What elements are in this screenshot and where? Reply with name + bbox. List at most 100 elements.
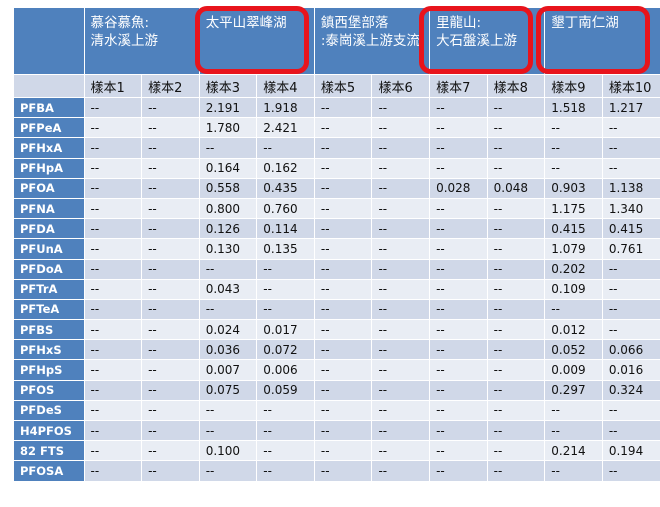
value-cell: -- [141, 218, 200, 239]
value-cell: -- [429, 298, 488, 320]
value-cell: 1.918 [256, 96, 315, 118]
value-cell: -- [83, 460, 142, 481]
value-cell: -- [313, 258, 372, 280]
compound-name: PFDeS [14, 399, 84, 421]
value-cell: 0.761 [601, 238, 660, 259]
value-cell: -- [486, 399, 545, 421]
value-cell: -- [141, 96, 200, 118]
value-cell: -- [486, 258, 545, 280]
value-cell: -- [141, 339, 200, 360]
value-cell: -- [371, 258, 430, 280]
value-cell: -- [544, 399, 603, 421]
value-cell: -- [429, 96, 488, 118]
value-cell: 0.009 [544, 359, 603, 381]
value-cell: -- [371, 359, 430, 381]
value-cell: -- [83, 238, 142, 259]
compound-name: PFDoA [14, 258, 84, 280]
value-cell: -- [141, 359, 200, 381]
table-row: H4PFOS -- -- -- -- -- -- -- -- -- -- [14, 419, 660, 441]
value-cell: -- [141, 298, 200, 320]
value-cell: -- [198, 258, 257, 280]
value-cell: -- [601, 278, 660, 300]
value-cell: 0.558 [198, 177, 257, 199]
value-cell: -- [83, 258, 142, 280]
value-cell: -- [601, 298, 660, 320]
value-cell: -- [544, 298, 603, 320]
value-cell: -- [429, 157, 488, 179]
value-cell: -- [601, 399, 660, 421]
value-cell: 0.109 [544, 278, 603, 300]
value-cell: -- [313, 137, 372, 159]
value-cell: -- [256, 258, 315, 280]
value-cell: -- [256, 399, 315, 421]
value-cell: -- [83, 399, 142, 421]
value-cell: -- [83, 96, 142, 118]
value-cell: -- [371, 177, 430, 199]
table-row: PFBS -- -- 0.024 0.017 -- -- -- -- 0.012 -- [14, 319, 660, 340]
value-cell: -- [313, 339, 372, 360]
value-cell: -- [486, 197, 545, 219]
location-header-row: 慕谷慕魚: 清水溪上游 太平山翠峰湖 鎮西堡部落:泰崗溪上游支流 里龍山: 大石盤溪… [14, 8, 660, 75]
location-header-nanren-lake: 墾丁南仁湖 [544, 8, 660, 75]
value-cell: -- [141, 177, 200, 199]
table-row: PFOSA -- -- -- -- -- -- -- -- -- -- [14, 460, 660, 481]
value-cell: -- [371, 319, 430, 340]
value-cell: -- [601, 157, 660, 179]
value-cell: -- [486, 319, 545, 340]
value-cell: -- [141, 117, 200, 138]
value-cell: -- [486, 117, 545, 138]
value-cell: -- [141, 238, 200, 259]
value-cell: -- [141, 419, 200, 441]
value-cell: -- [313, 359, 372, 381]
value-cell: -- [486, 157, 545, 179]
value-cell: -- [83, 278, 142, 300]
sample-header: 樣本4 [256, 74, 315, 98]
value-cell: -- [429, 117, 488, 138]
compound-name: PFOA [14, 177, 84, 199]
value-cell: -- [486, 298, 545, 320]
value-cell: -- [198, 419, 257, 441]
value-cell: 0.324 [601, 379, 660, 401]
location-header-lilongshan: 里龍山: 大石盤溪上游 [429, 8, 545, 75]
value-cell: -- [429, 419, 488, 441]
table-container: 慕谷慕魚: 清水溪上游 太平山翠峰湖 鎮西堡部落:泰崗溪上游支流 里龍山: 大石盤溪… [14, 8, 660, 481]
value-cell: -- [256, 278, 315, 300]
value-cell: -- [486, 137, 545, 159]
value-cell: -- [486, 359, 545, 381]
value-cell: 1.138 [601, 177, 660, 199]
value-cell: -- [371, 238, 430, 259]
corner-cell [14, 8, 84, 75]
table-row: PFDoA -- -- -- -- -- -- -- -- 0.202 -- [14, 258, 660, 280]
sample-header: 樣本3 [198, 74, 257, 98]
value-cell: -- [83, 298, 142, 320]
value-cell: 0.036 [198, 339, 257, 360]
compound-name: PFTrA [14, 278, 84, 300]
sample-header: 樣本10 [601, 74, 660, 98]
value-cell: -- [486, 339, 545, 360]
compound-name: PFHxA [14, 137, 84, 159]
table-row: PFHxA -- -- -- -- -- -- -- -- -- -- [14, 137, 660, 159]
compound-name: PFNA [14, 197, 84, 219]
value-cell: 2.421 [256, 117, 315, 138]
value-cell: 0.006 [256, 359, 315, 381]
value-cell: 0.100 [198, 440, 257, 461]
value-cell: 1.217 [601, 96, 660, 118]
value-cell: -- [429, 399, 488, 421]
value-cell: -- [83, 319, 142, 340]
table-row: PFOA -- -- 0.558 0.435 -- -- 0.028 0.048 0.903 1.1… [14, 177, 660, 199]
value-cell: 0.007 [198, 359, 257, 381]
value-cell: -- [371, 137, 430, 159]
value-cell: -- [486, 460, 545, 481]
compound-name: PFUnA [14, 238, 84, 259]
sample-header: 樣本7 [429, 74, 488, 98]
value-cell: -- [486, 278, 545, 300]
sample-header: 樣本2 [141, 74, 200, 98]
value-cell: -- [83, 359, 142, 381]
value-cell: -- [371, 218, 430, 239]
value-cell: -- [83, 197, 142, 219]
value-cell: -- [486, 440, 545, 461]
value-cell: 0.135 [256, 238, 315, 259]
sample-header: 樣本6 [371, 74, 430, 98]
value-cell: -- [371, 117, 430, 138]
value-cell: 0.114 [256, 218, 315, 239]
